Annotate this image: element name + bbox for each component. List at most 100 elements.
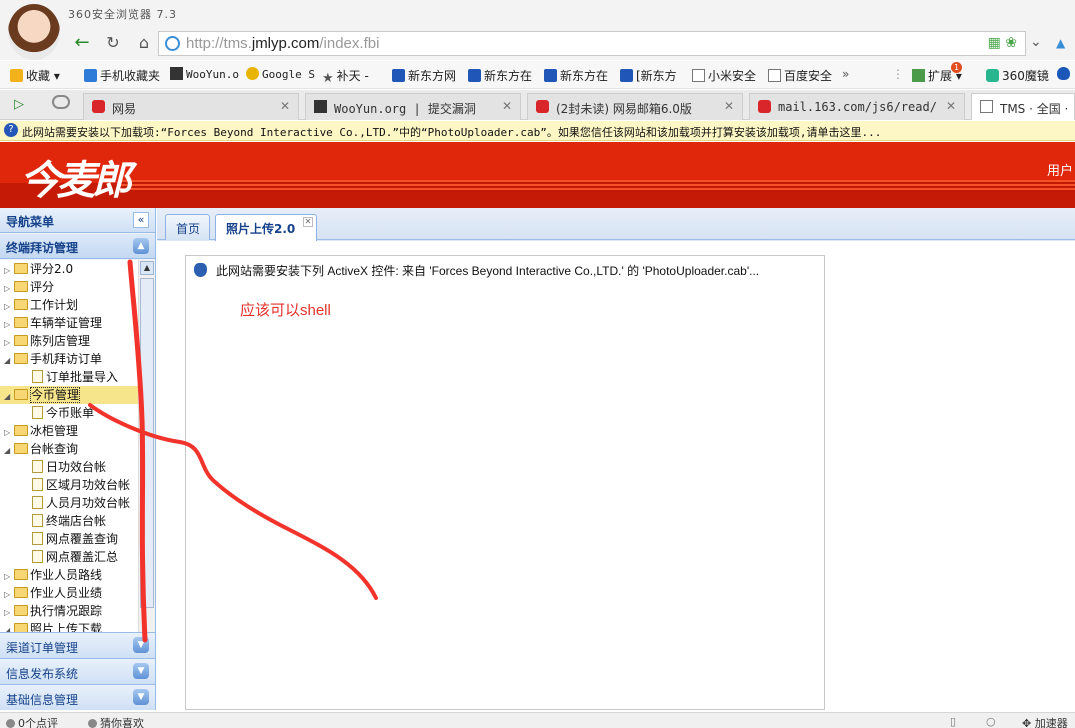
tab-netease[interactable]: 网易 ✕ — [83, 93, 299, 120]
guess-you-like[interactable]: 猜你喜欢 — [88, 715, 144, 728]
bookmark-xiaomi[interactable]: 小米安全 — [692, 67, 756, 84]
tab-mail-read[interactable]: mail.163.com/js6/read/readd ✕ — [749, 93, 965, 120]
section-info-publish[interactable]: 信息发布系统 ▼ — [0, 658, 155, 684]
tree-node-label: 终端店台帐 — [46, 514, 107, 528]
bookmark-xdf-4[interactable]: [新东方 — [620, 67, 677, 84]
chevron-down-icon[interactable]: ▼ — [133, 663, 149, 679]
tree-node[interactable]: ▷ 冰柜管理 — [4, 422, 78, 440]
qr-code-icon[interactable]: ▦ ❀ — [988, 35, 1017, 51]
collapsed-arrow-icon[interactable]: ▷ — [4, 302, 14, 311]
tab-tms[interactable]: TMS · 全国 · — [971, 93, 1075, 120]
chevron-down-icon[interactable]: ⌄ — [1030, 34, 1042, 50]
back-button[interactable]: ← — [70, 31, 94, 55]
tree-node[interactable]: ▷ 评分2.0 — [4, 260, 73, 278]
home-button[interactable]: ⌂ — [132, 31, 156, 55]
paw-icon — [392, 69, 405, 82]
tree-node[interactable]: ◢ 今币管理 — [0, 386, 138, 404]
bookmark-mobile[interactable]: 手机收藏夹 — [84, 67, 160, 84]
shield-button[interactable] — [1057, 67, 1073, 81]
collapsed-arrow-icon[interactable]: ▷ — [4, 266, 14, 275]
bookmark-butian[interactable]: ★ 补天 - — [322, 67, 369, 86]
collapsed-arrow-icon[interactable]: ▷ — [4, 428, 14, 437]
tree-node[interactable]: ▷ 陈列店管理 — [4, 332, 90, 350]
tree-node[interactable]: ▷ 评分 — [4, 278, 54, 296]
wooyun-icon — [314, 100, 327, 113]
tree-node[interactable]: ▷ 作业人员路线 — [4, 566, 102, 584]
refresh-button[interactable]: ↻ — [101, 31, 125, 55]
tree-node[interactable]: ◢ 照片上传下载 — [4, 620, 102, 632]
tree-scrollbar[interactable]: ▲ — [138, 260, 155, 632]
bookmark-xdf-1[interactable]: 新东方网 — [392, 67, 456, 84]
tab-wooyun[interactable]: WooYun.org | 提交漏洞 ✕ — [305, 93, 521, 120]
address-text[interactable]: http://tms.jmlyp.com/index.fbi — [186, 35, 379, 52]
mirror-button[interactable]: 360魔镜 — [986, 67, 1049, 84]
activex-message[interactable]: 此网站需要安装下列 ActiveX 控件: 来自 'Forces Beyond … — [216, 262, 759, 279]
collapsed-arrow-icon[interactable]: ▷ — [4, 320, 14, 329]
document-icon — [32, 532, 43, 545]
speed-icon[interactable]: ○ — [986, 715, 996, 728]
section-basic-info[interactable]: 基础信息管理 ▼ — [0, 684, 155, 710]
cloud-icon[interactable] — [52, 95, 70, 109]
more-bookmarks-icon[interactable]: » — [842, 67, 849, 81]
collapsed-arrow-icon[interactable]: ▷ — [4, 284, 14, 293]
tree-node[interactable]: ▷ 执行情况跟踪 — [4, 602, 102, 620]
tree-node[interactable]: 日功效台帐 — [32, 458, 106, 476]
chevron-down-icon[interactable]: ▼ — [133, 637, 149, 653]
chevron-down-icon[interactable]: ▼ — [133, 689, 149, 705]
address-bar[interactable]: http://tms.jmlyp.com/index.fbi ▦ ❀ — [158, 31, 1026, 56]
collapsed-arrow-icon[interactable]: ▷ — [4, 608, 14, 617]
tree-node[interactable]: ◢ 手机拜访订单 — [4, 350, 102, 368]
activex-infobar[interactable]: ? 此网站需要安装以下加载项:“Forces Beyond Interactiv… — [0, 121, 1075, 141]
expanded-arrow-icon[interactable]: ◢ — [4, 356, 14, 365]
expanded-arrow-icon[interactable]: ◢ — [4, 446, 14, 455]
expanded-arrow-icon[interactable]: ◢ — [4, 392, 14, 401]
tree-node[interactable]: 网点覆盖汇总 — [32, 548, 118, 566]
tab-photo-upload[interactable]: 照片上传2.0 ✕ — [215, 214, 317, 241]
collapsed-arrow-icon[interactable]: ▷ — [4, 590, 14, 599]
close-icon[interactable]: ✕ — [724, 99, 734, 113]
bookmark-xdf-2[interactable]: 新东方在 — [468, 67, 532, 84]
scroll-thumb[interactable] — [140, 278, 154, 608]
bookmark-wooyun[interactable]: WooYun.o — [170, 67, 239, 81]
collapse-icon[interactable]: ▲ — [1056, 36, 1065, 50]
scroll-up-icon[interactable]: ▲ — [140, 261, 154, 275]
page-icon — [980, 100, 993, 113]
close-icon[interactable]: ✕ — [303, 217, 313, 227]
chevron-up-icon[interactable]: ▲ — [133, 238, 149, 254]
tree-node[interactable]: 区域月功效台帐 — [32, 476, 130, 494]
bookmark-baidu[interactable]: 百度安全 — [768, 67, 832, 84]
collapsed-arrow-icon[interactable]: ▷ — [4, 572, 14, 581]
collapsed-arrow-icon[interactable]: ▷ — [4, 338, 14, 347]
download-icon[interactable]: ▯ — [950, 715, 956, 728]
tree-node[interactable]: ▷ 作业人员业绩 — [4, 584, 102, 602]
bookmark-google[interactable]: Google S — [246, 67, 315, 81]
tree-node[interactable]: ▷ 车辆举证管理 — [4, 314, 102, 332]
user-avatar[interactable] — [8, 4, 60, 60]
close-icon[interactable]: ✕ — [502, 99, 512, 113]
tab-home[interactable]: 首页 — [165, 214, 210, 240]
close-icon[interactable]: ✕ — [280, 99, 290, 113]
tree-node[interactable]: 订单批量导入 — [32, 368, 118, 386]
tab-mail[interactable]: (2封未读) 网易邮箱6.0版 ✕ — [527, 93, 743, 120]
tree-node[interactable]: ▷ 工作计划 — [4, 296, 78, 314]
play-icon[interactable]: ▷ — [14, 97, 24, 112]
infobar-text[interactable]: 此网站需要安装以下加载项:“Forces Beyond Interactive … — [22, 124, 881, 140]
tree-node[interactable]: 网点覆盖查询 — [32, 530, 118, 548]
bookmark-favorites[interactable]: 收藏 ▾ — [10, 67, 60, 84]
browser-tabbar: ▷ 网易 ✕ WooYun.org | 提交漏洞 ✕ (2封未读) 网易邮箱6.… — [0, 90, 1075, 120]
section-channel-orders[interactable]: 渠道订单管理 ▼ — [0, 632, 155, 658]
tree-node-label: 人员月功效台帐 — [46, 496, 131, 510]
accelerator-button[interactable]: ✥ 加速器 — [1022, 715, 1068, 728]
tree-node[interactable]: ◢ 台帐查询 — [4, 440, 78, 458]
netease-icon — [92, 100, 105, 113]
section-terminal-visits[interactable]: 终端拜访管理 ▲ — [0, 234, 155, 259]
close-icon[interactable]: ✕ — [946, 99, 956, 113]
document-icon — [32, 478, 43, 491]
tree-node[interactable]: 人员月功效台帐 — [32, 494, 130, 512]
bookmark-xdf-3[interactable]: 新东方在 — [544, 67, 608, 84]
paw-icon — [544, 69, 557, 82]
tree-node[interactable]: 今币账单 — [32, 404, 94, 422]
collapse-sidebar-icon[interactable]: « — [133, 212, 149, 228]
tree-node[interactable]: 终端店台帐 — [32, 512, 106, 530]
comments-count[interactable]: 0个点评 — [6, 715, 58, 728]
